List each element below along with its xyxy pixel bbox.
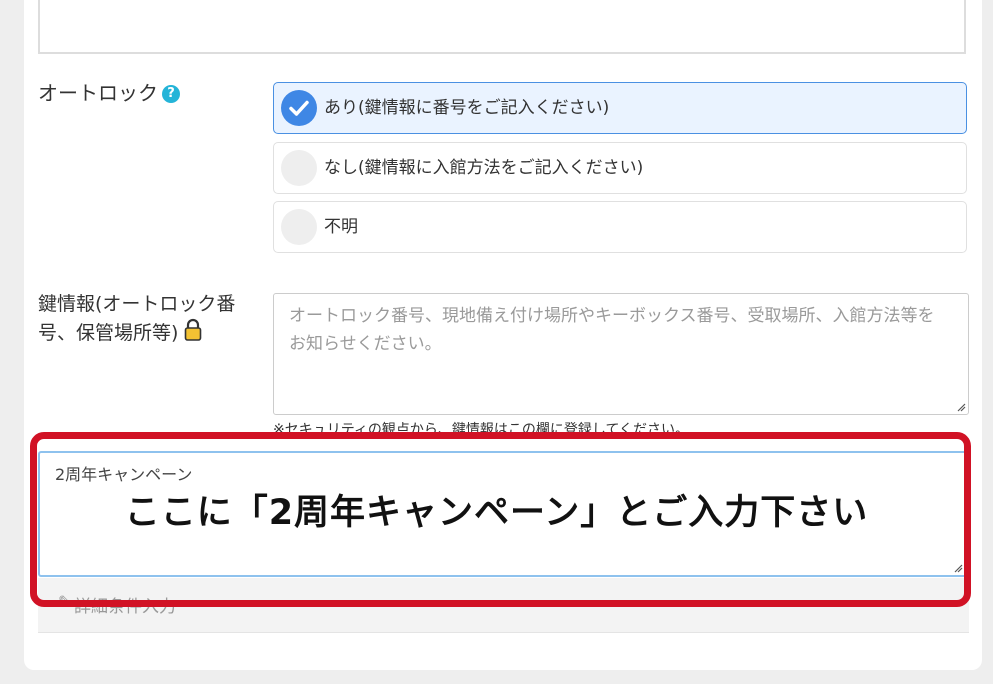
- option-label: あり(鍵情報に番号をご記入ください): [324, 98, 610, 118]
- detail-conditions-label: 詳細条件入力: [74, 597, 176, 617]
- option-label: 不明: [324, 217, 358, 237]
- padlock-icon: [184, 318, 202, 342]
- key-info-placeholder: オートロック番号、現地備え付け場所やキーボックス番号、受取場所、入館方法等をお知…: [289, 306, 935, 354]
- detail-conditions-link[interactable]: ✎ 詳細条件入力: [38, 578, 969, 633]
- autolock-option-unknown[interactable]: 不明: [273, 201, 967, 253]
- autolock-label: オートロック: [38, 81, 158, 105]
- autolock-option-yes[interactable]: あり(鍵情報に番号をご記入ください): [273, 82, 967, 134]
- key-info-label-line1: 鍵情報(オートロック番: [38, 293, 236, 315]
- radio-empty-icon: [281, 209, 317, 245]
- check-circle-icon: [281, 90, 317, 126]
- option-label: なし(鍵情報に入館方法をご記入ください): [324, 158, 644, 178]
- instruction-overlay-text: ここに「2周年キャンペーン」とご入力下さい: [124, 493, 869, 533]
- previous-textarea[interactable]: [38, 0, 966, 54]
- key-info-textarea[interactable]: オートロック番号、現地備え付け場所やキーボックス番号、受取場所、入館方法等をお知…: [273, 293, 969, 415]
- resize-handle-icon[interactable]: [953, 563, 963, 573]
- autolock-label-row: オートロック?: [38, 78, 180, 108]
- key-info-label: 鍵情報(オートロック番 号、保管場所等): [38, 290, 235, 347]
- autolock-option-no[interactable]: なし(鍵情報に入館方法をご記入ください): [273, 142, 967, 194]
- campaign-code-value: 2周年キャンペーン: [55, 465, 193, 484]
- radio-empty-icon: [281, 150, 317, 186]
- key-info-note: ※セキュリティの観点から、鍵情報はこの欄に登録してください。: [273, 422, 690, 432]
- key-info-label-line2: 号、保管場所等): [38, 322, 179, 344]
- resize-handle-icon[interactable]: [956, 402, 966, 412]
- pencil-icon: ✎: [58, 592, 72, 611]
- question-circle-icon[interactable]: ?: [162, 85, 180, 103]
